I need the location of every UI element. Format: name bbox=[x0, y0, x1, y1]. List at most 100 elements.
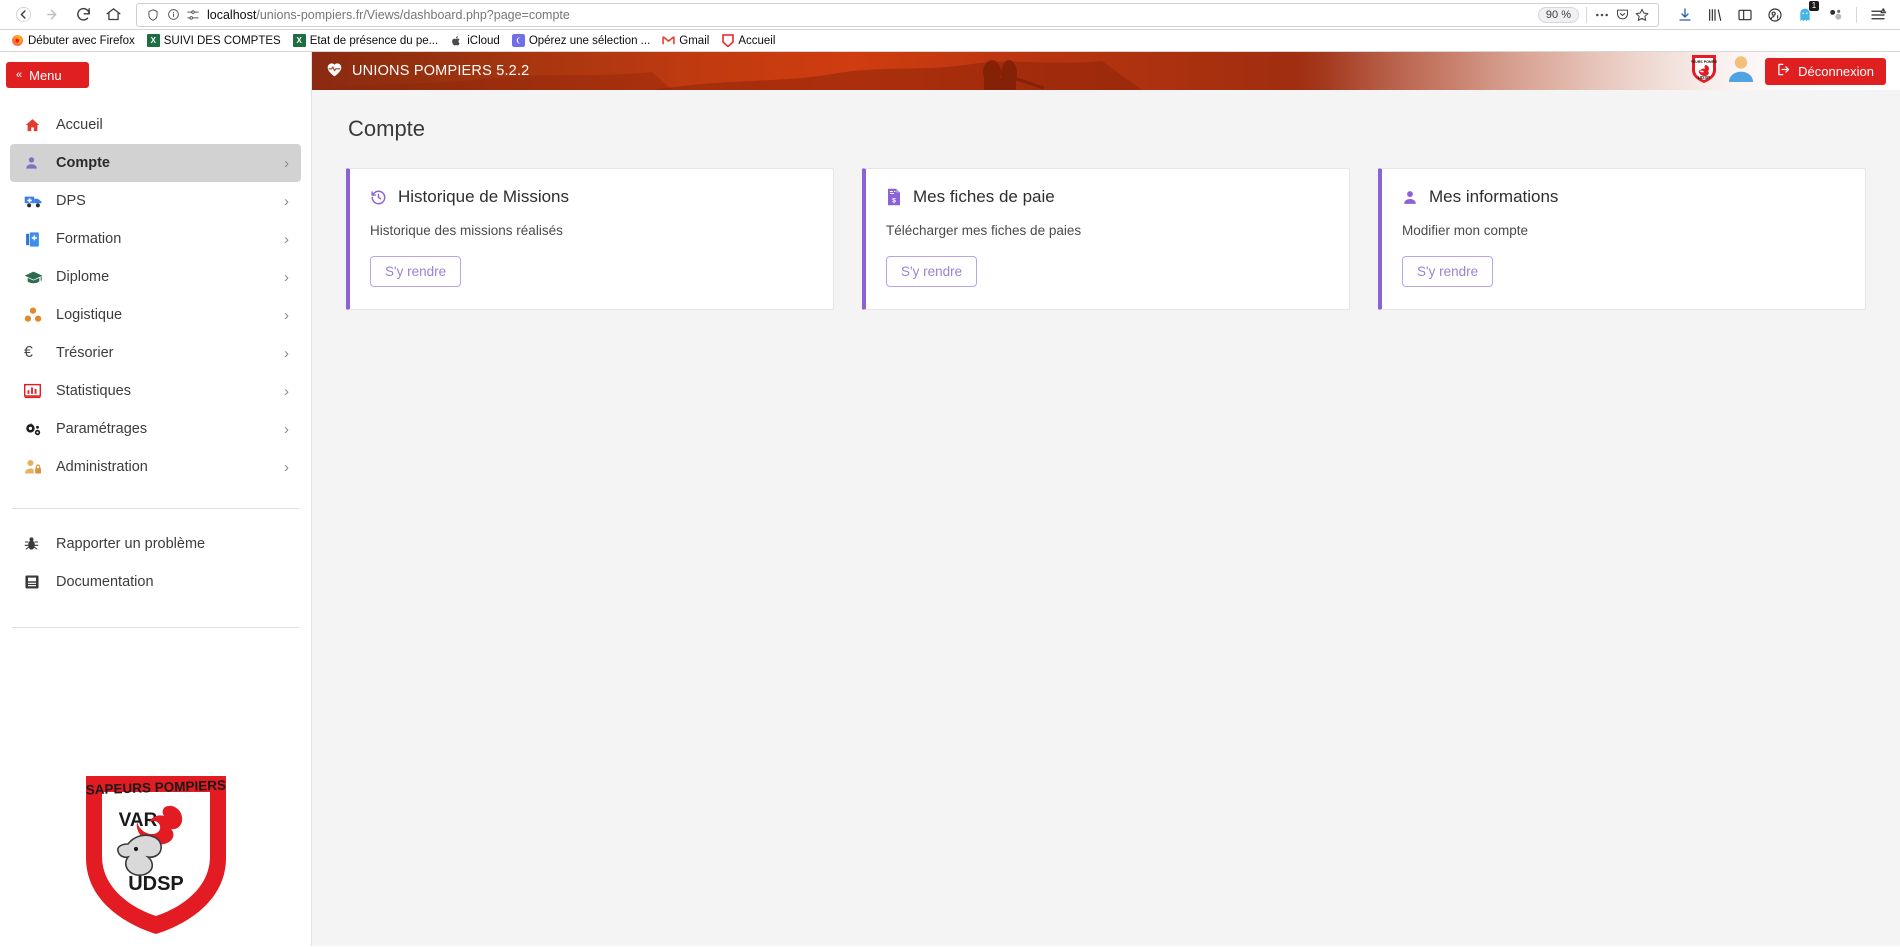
url-bar[interactable]: localhost/unions-pompiers.fr/Views/dashb… bbox=[136, 2, 1659, 27]
menu-toggle-label: Menu bbox=[29, 67, 62, 83]
library-icon[interactable] bbox=[1701, 2, 1729, 28]
sidebar-item-label: Administration bbox=[56, 459, 148, 475]
heartbeat-icon bbox=[326, 62, 343, 81]
svg-text:UDSP: UDSP bbox=[1698, 75, 1710, 80]
hospital-icon bbox=[24, 231, 50, 248]
sidebar-item-statistiques[interactable]: Statistiques › bbox=[10, 372, 301, 410]
bookmark-label: Gmail bbox=[679, 34, 710, 47]
molecule-extension-icon[interactable] bbox=[1821, 2, 1849, 28]
sidebar-footer-divider bbox=[12, 627, 299, 628]
browser-toolbar-right: 1 bbox=[1667, 0, 1892, 28]
sidebar-item-documentation[interactable]: Documentation bbox=[10, 563, 301, 601]
home-icon[interactable] bbox=[98, 2, 128, 28]
bookmark-label: Accueil bbox=[738, 34, 776, 47]
firefox-icon bbox=[11, 34, 24, 47]
sidebar-item-diplome[interactable]: Diplome › bbox=[10, 258, 301, 296]
page-info-icon[interactable] bbox=[163, 5, 183, 25]
sidebar-item-label: Logistique bbox=[56, 307, 123, 323]
payslip-file-icon: $ bbox=[886, 188, 902, 206]
page-actions-icon[interactable] bbox=[1592, 5, 1612, 25]
card-description: Télécharger mes fiches de paies bbox=[886, 223, 1082, 238]
sidebar-item-dps[interactable]: DPS › bbox=[10, 182, 301, 220]
boxes-icon bbox=[24, 307, 50, 323]
svg-text:$: $ bbox=[892, 197, 896, 204]
udsp-var-sapeurs-pompiers-logo: SAPEURS POMPIERS VAR UDSP bbox=[0, 770, 311, 940]
back-arrow-icon[interactable] bbox=[8, 2, 38, 28]
svg-text:UDSP: UDSP bbox=[128, 873, 184, 895]
url-separator bbox=[1586, 6, 1587, 23]
sidebar: « Menu Accueil Compte › DPS › Formation … bbox=[0, 52, 312, 946]
account-icon[interactable] bbox=[1761, 2, 1789, 28]
double-chevron-left-icon: « bbox=[16, 69, 23, 81]
bookmark-debuter-avec-firefox[interactable]: Débuter avec Firefox bbox=[6, 33, 140, 48]
card-title: Mes informations bbox=[1429, 187, 1559, 206]
toolbar-separator bbox=[1856, 6, 1857, 23]
sidebar-item-parametrages[interactable]: Paramétrages › bbox=[10, 410, 301, 448]
sidebar-item-label: Rapporter un problème bbox=[56, 536, 206, 552]
bookmark-suivi-des-comptes[interactable]: X SUIVI DES COMPTES bbox=[142, 33, 286, 48]
header-right-actions: SAPEURS POMPIERS UDSP Déconnexion bbox=[1685, 54, 1900, 88]
card-historique-de-missions[interactable]: Historique de Missions Historique des mi… bbox=[346, 168, 834, 310]
bookmark-icloud[interactable]: iCloud bbox=[445, 33, 505, 48]
sidebar-item-formation[interactable]: Formation › bbox=[10, 220, 301, 258]
euro-icon: € bbox=[24, 344, 33, 361]
card-description: Modifier mon compte bbox=[1402, 223, 1529, 238]
excel-icon: X bbox=[292, 34, 306, 47]
sidebar-item-tresorier[interactable]: € Trésorier › bbox=[10, 334, 301, 372]
main-panel: Compte Historique de Missions Historique… bbox=[312, 90, 1900, 946]
graduation-cap-icon bbox=[24, 270, 50, 285]
chevron-right-icon: › bbox=[284, 192, 289, 210]
card-title: Mes fiches de paie bbox=[913, 187, 1055, 206]
card-action-button[interactable]: S'y rendre bbox=[1402, 256, 1494, 287]
bookmark-label: Opérez une sélection ... bbox=[528, 34, 651, 47]
zoom-level-badge[interactable]: 90 % bbox=[1537, 6, 1579, 23]
logout-button[interactable]: Déconnexion bbox=[1765, 57, 1886, 85]
bookmark-etat-de-presence[interactable]: X Etat de présence du pe... bbox=[288, 33, 444, 48]
sidebar-item-administration[interactable]: Administration › bbox=[10, 448, 301, 486]
ghostery-icon[interactable]: 1 bbox=[1791, 0, 1819, 28]
apple-icon bbox=[450, 34, 463, 47]
sidebar-item-rapporter-un-probleme[interactable]: Rapporter un problème bbox=[10, 525, 301, 563]
bookmark-label: Etat de présence du pe... bbox=[309, 34, 439, 47]
sidebar-item-compte[interactable]: Compte › bbox=[10, 144, 301, 182]
card-header: Mes informations bbox=[1402, 187, 1845, 207]
gears-icon bbox=[24, 421, 50, 438]
user-icon bbox=[24, 155, 50, 171]
gmail-icon bbox=[662, 34, 676, 47]
reload-icon[interactable] bbox=[68, 2, 98, 28]
downloads-icon[interactable] bbox=[1671, 2, 1699, 28]
pocket-icon[interactable] bbox=[1612, 5, 1632, 25]
app-menu-icon[interactable] bbox=[1864, 2, 1892, 28]
browser-chrome: localhost/unions-pompiers.fr/Views/dashb… bbox=[0, 0, 1900, 52]
sidebar-item-label: DPS bbox=[56, 193, 86, 209]
sidebar-item-logistique[interactable]: Logistique › bbox=[10, 296, 301, 334]
chevron-right-icon: › bbox=[284, 420, 289, 438]
card-mes-informations[interactable]: Mes informations Modifier mon compte S'y… bbox=[1378, 168, 1866, 310]
bookmark-accueil[interactable]: Accueil bbox=[716, 33, 780, 48]
bookmark-operez-une-selection[interactable]: Opérez une sélection ... bbox=[507, 33, 655, 48]
logout-label: Déconnexion bbox=[1798, 63, 1874, 79]
card-title: Historique de Missions bbox=[398, 187, 570, 206]
chevron-right-icon: › bbox=[284, 382, 289, 400]
chevron-right-icon: › bbox=[284, 344, 289, 362]
history-clock-icon bbox=[370, 189, 387, 206]
bookmark-star-icon[interactable] bbox=[1632, 5, 1652, 25]
sidebar-item-label: Statistiques bbox=[56, 383, 131, 399]
pompiers-shield-icon[interactable]: SAPEURS POMPIERS UDSP bbox=[1685, 54, 1723, 88]
user-avatar-icon[interactable] bbox=[1728, 55, 1754, 87]
card-description: Historique des missions réalisés bbox=[370, 223, 563, 238]
sidebar-item-label: Compte bbox=[56, 155, 110, 171]
sidebar-footer-list: Rapporter un problème Documentation bbox=[0, 525, 311, 601]
site-permissions-icon[interactable] bbox=[183, 5, 203, 25]
sidebar-item-accueil[interactable]: Accueil bbox=[10, 106, 301, 144]
bookmark-gmail[interactable]: Gmail bbox=[657, 33, 714, 48]
card-action-button[interactable]: S'y rendre bbox=[370, 256, 462, 287]
sidebar-icon[interactable] bbox=[1731, 2, 1759, 28]
tracking-protection-shield-icon[interactable] bbox=[143, 5, 163, 25]
url-text: localhost/unions-pompiers.fr/Views/dashb… bbox=[203, 8, 1538, 22]
card-action-button[interactable]: S'y rendre bbox=[886, 256, 978, 287]
bookmarks-bar: Débuter avec Firefox X SUIVI DES COMPTES… bbox=[0, 30, 1900, 52]
card-mes-fiches-de-paie[interactable]: $ Mes fiches de paie Télécharger mes fic… bbox=[862, 168, 1350, 310]
menu-collapse-button[interactable]: « Menu bbox=[6, 62, 89, 88]
home-icon bbox=[24, 117, 50, 134]
